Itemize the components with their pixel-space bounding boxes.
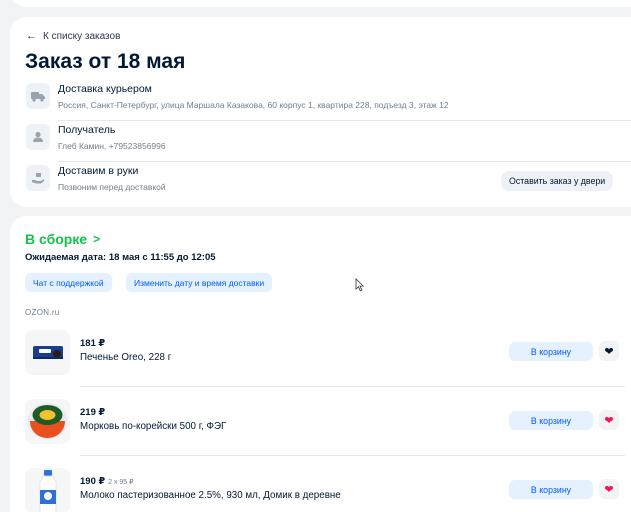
item-name[interactable]: Молоко пастеризованное 2.5%, 930 мл, Дом… (80, 490, 341, 501)
courier-delivery-row: Доставка курьером Россия, Санкт-Петербур… (26, 83, 626, 113)
handover-title: Доставим в руки (58, 165, 139, 177)
item-price: 181 ₽ (80, 338, 106, 349)
recipient-title: Получатель (58, 124, 116, 136)
order-item: 190 ₽2 х 95 ₽ Молоко пастеризованное 2.5… (25, 468, 625, 512)
shipment-status: В сборке (25, 231, 88, 247)
expected-delivery-date: Ожидаемая дата: 18 мая с 11:55 до 12:05 (25, 252, 216, 263)
back-to-orders-link[interactable]: ← К списку заказов (26, 30, 120, 42)
item-name[interactable]: Морковь по-корейски 500 г, ФЭГ (80, 421, 226, 432)
recipient-row: Получатель Глеб Камин, +79523856996 (26, 124, 626, 154)
hand-with-box-icon (26, 165, 50, 191)
order-info-card: ← К списку заказов Заказ от 18 мая Доста… (10, 17, 631, 207)
courier-delivery-title: Доставка курьером (58, 83, 152, 95)
item-name[interactable]: Печенье Oreo, 228 г (80, 352, 171, 363)
previous-card-edge (10, 0, 631, 7)
heart-icon[interactable]: ❤ (599, 410, 619, 430)
mouse-cursor-icon (355, 278, 365, 292)
milk-bottle-image[interactable] (25, 468, 70, 512)
shipment-card: В сборке > Ожидаемая дата: 18 мая с 11:5… (10, 216, 631, 512)
divider (80, 386, 625, 387)
order-item: 219 ₽ Морковь по-корейски 500 г, ФЭГ В к… (25, 399, 625, 447)
change-delivery-date-button[interactable]: Изменить дату и время доставки (126, 273, 273, 292)
shipment-status-link[interactable]: В сборке > (25, 231, 100, 247)
heart-icon[interactable]: ❤ (599, 341, 619, 361)
back-link-label: К списку заказов (43, 30, 121, 42)
chevron-right-icon: > (93, 232, 101, 246)
add-to-cart-button[interactable]: В корзину (509, 411, 593, 430)
add-to-cart-button[interactable]: В корзину (509, 342, 593, 361)
add-to-cart-button[interactable]: В корзину (509, 480, 593, 499)
heart-icon[interactable]: ❤ (599, 479, 619, 499)
handover-info: Позвоним перед доставкой (58, 182, 166, 192)
support-chat-button[interactable]: Чат с поддержкой (25, 273, 112, 292)
item-price: 219 ₽ (80, 407, 106, 418)
item-unit-price: 2 х 95 ₽ (108, 479, 134, 486)
carrot-salad-container-image[interactable] (25, 399, 70, 444)
leave-at-door-button[interactable]: Оставить заказ у двери (501, 171, 614, 191)
page-title: Заказ от 18 мая (25, 50, 186, 73)
user-icon (26, 124, 50, 150)
seller-name: OZON.ru (25, 308, 60, 317)
delivery-address: Россия, Санкт-Петербург, улица Маршала К… (58, 100, 449, 110)
divider (80, 455, 625, 456)
item-price: 190 ₽ (80, 476, 106, 487)
truck-icon (26, 83, 50, 109)
divider (58, 161, 631, 162)
recipient-info: Глеб Камин, +79523856996 (58, 141, 166, 151)
divider (58, 120, 631, 121)
oreo-package-image[interactable] (25, 330, 70, 375)
arrow-left-icon: ← (26, 30, 37, 42)
order-item: 181 ₽ Печенье Oreo, 228 г В корзину ❤ (25, 330, 625, 378)
